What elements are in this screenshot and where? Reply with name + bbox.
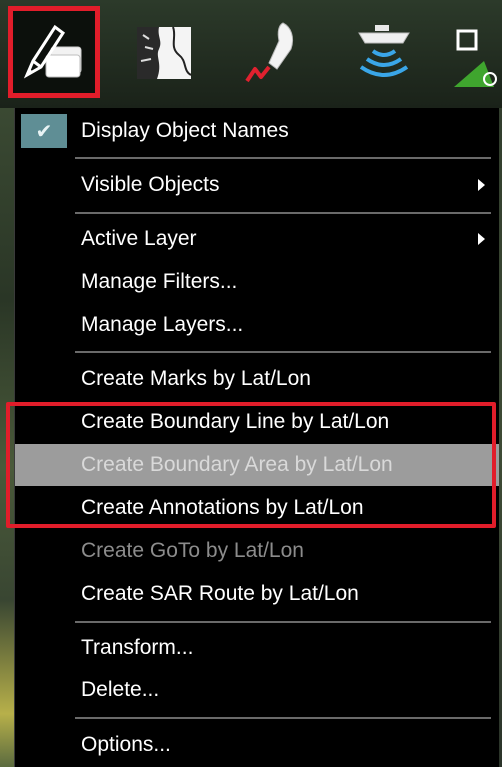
menu-item-label: Manage Filters... (81, 270, 238, 293)
sonar-ship-button[interactable] (338, 6, 430, 98)
submenu-arrow-icon (478, 179, 485, 191)
menu-item-label: Create Marks by Lat/Lon (81, 367, 311, 390)
select-pointer-button[interactable] (444, 6, 502, 98)
menu-item-create-marks[interactable]: Create Marks by Lat/Lon (15, 358, 499, 400)
menu-separator (75, 212, 491, 214)
menu-separator (75, 351, 491, 353)
checkmark-box: ✔ (21, 114, 67, 148)
vessel-track-button[interactable] (228, 6, 320, 98)
menu-item-label: Active Layer (81, 227, 197, 250)
vessel-track-icon (239, 17, 309, 87)
menu-item-display-object-names[interactable]: ✔ Display Object Names (15, 110, 499, 152)
menu-item-manage-layers[interactable]: Manage Layers... (15, 304, 499, 346)
menu-item-label: Create GoTo by Lat/Lon (81, 539, 304, 562)
highlight-box (6, 402, 496, 528)
toolbar (0, 0, 502, 108)
menu-item-label: Display Object Names (81, 119, 289, 142)
chart-map-icon (129, 17, 199, 87)
menu-separator (75, 717, 491, 719)
chart-map-button[interactable] (118, 6, 210, 98)
menu-item-transform[interactable]: Transform... (15, 627, 499, 669)
submenu-arrow-icon (478, 233, 485, 245)
menu-item-delete[interactable]: Delete... (15, 669, 499, 711)
sonar-ship-icon (349, 17, 419, 87)
menu-separator (75, 157, 491, 159)
checkmark-icon: ✔ (35, 119, 53, 143)
menu-item-label: Manage Layers... (81, 313, 244, 336)
edit-objects-icon (19, 17, 89, 87)
menu-item-options[interactable]: Options... (15, 724, 499, 766)
select-pointer-icon (444, 17, 502, 87)
menu-item-manage-filters[interactable]: Manage Filters... (15, 261, 499, 303)
menu-item-create-goto: Create GoTo by Lat/Lon (15, 530, 499, 572)
menu-item-label: Transform... (81, 636, 194, 659)
menu-item-label: Options... (81, 733, 171, 756)
menu-item-label: Visible Objects (81, 173, 220, 196)
menu-item-visible-objects[interactable]: Visible Objects (15, 164, 499, 206)
edit-objects-button[interactable] (8, 6, 100, 98)
menu-item-label: Delete... (81, 678, 160, 701)
menu-item-active-layer[interactable]: Active Layer (15, 218, 499, 260)
menu-item-label: Create SAR Route by Lat/Lon (81, 582, 359, 605)
menu-item-create-sar-route[interactable]: Create SAR Route by Lat/Lon (15, 573, 499, 615)
menu-separator (75, 621, 491, 623)
